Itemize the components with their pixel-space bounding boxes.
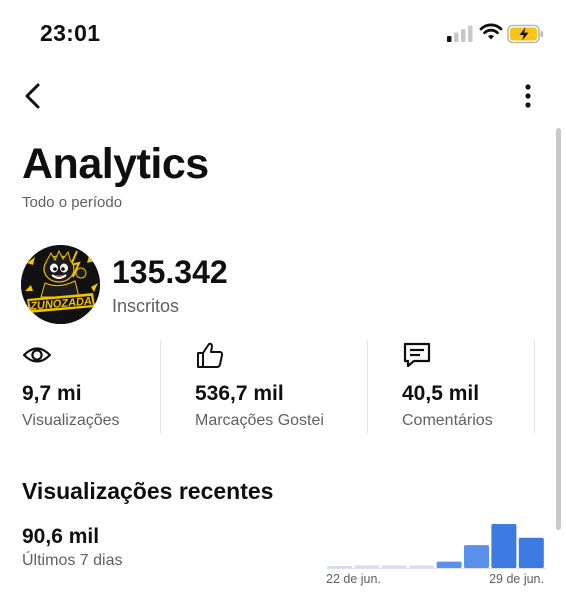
period-label: Todo o período xyxy=(22,194,123,211)
more-vertical-icon xyxy=(525,84,531,108)
likes-label: Marcações Gostei xyxy=(195,412,324,429)
scrollbar[interactable] xyxy=(556,128,561,530)
status-time: 23:01 xyxy=(40,20,101,46)
more-options-button[interactable] xyxy=(515,80,543,112)
views-label: Visualizações xyxy=(22,412,120,429)
status-bar: 23:01 xyxy=(0,0,566,62)
views-value: 9,7 mi xyxy=(22,382,82,405)
comments-label: Comentários xyxy=(402,412,493,429)
thumbs-up-icon xyxy=(197,342,224,368)
chart-tick-label: 29 de jun. xyxy=(489,572,544,586)
chart-bar xyxy=(464,545,489,568)
chart-bar xyxy=(381,565,407,568)
chart-bar xyxy=(518,537,544,568)
recent-views-chart[interactable]: 22 de jun. 29 de jun. xyxy=(326,515,546,590)
cellular-signal-icon xyxy=(447,25,473,42)
subscriber-count: 135.342 xyxy=(112,254,228,290)
comments-value: 40,5 mil xyxy=(402,382,480,405)
chart-bar xyxy=(436,561,462,568)
wifi-icon xyxy=(479,23,503,40)
channel-avatar[interactable]: ZUNOZADA xyxy=(21,245,100,324)
recent-views-period: Últimos 7 dias xyxy=(22,552,123,569)
battery-charging-icon xyxy=(507,24,544,44)
channel-logo: ZUNOZADA xyxy=(21,245,100,324)
recent-views-value: 90,6 mil xyxy=(22,525,100,548)
chart-bar xyxy=(491,524,517,568)
back-button[interactable] xyxy=(18,80,50,112)
divider xyxy=(367,340,368,434)
chart-bar xyxy=(354,565,380,568)
chevron-left-icon xyxy=(25,83,40,109)
stat-views[interactable]: 9,7 mi Visualizações xyxy=(22,340,160,435)
chart-tick-label: 22 de jun. xyxy=(326,572,381,586)
divider xyxy=(534,340,535,434)
chart-bar xyxy=(327,566,352,568)
eye-icon xyxy=(22,347,52,363)
likes-value: 536,7 mil xyxy=(195,382,284,405)
chart-bar xyxy=(409,565,435,568)
comment-icon xyxy=(403,342,431,368)
page-title: Analytics xyxy=(22,140,209,188)
subscriber-label: Inscritos xyxy=(112,296,180,316)
divider xyxy=(160,340,161,434)
stat-comments[interactable]: 40,5 mil Comentários xyxy=(402,340,534,435)
recent-views-title: Visualizações recentes xyxy=(22,478,274,504)
stat-likes[interactable]: 536,7 mil Marcações Gostei xyxy=(195,340,365,435)
